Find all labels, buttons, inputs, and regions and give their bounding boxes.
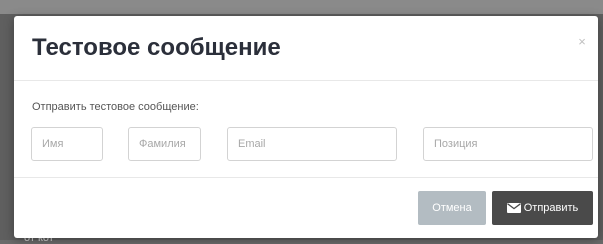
- footer-divider: [14, 177, 598, 178]
- cancel-button-label: Отмена: [432, 202, 472, 214]
- envelope-icon: [506, 203, 521, 213]
- email-input[interactable]: [227, 127, 397, 161]
- first-name-input[interactable]: [31, 127, 103, 161]
- close-button[interactable]: ×: [574, 34, 590, 50]
- send-test-label: Отправить тестовое сообщение:: [32, 101, 199, 113]
- send-button[interactable]: Отправить: [492, 191, 593, 225]
- test-message-dialog: Тестовое сообщение × Отправить тестовое …: [14, 16, 598, 238]
- last-name-input[interactable]: [128, 127, 201, 161]
- dialog-title: Тестовое сообщение: [32, 34, 281, 61]
- position-input[interactable]: [423, 127, 593, 161]
- cancel-button[interactable]: Отмена: [418, 191, 486, 225]
- background-page-strip: [0, 0, 603, 14]
- close-icon: ×: [578, 34, 586, 49]
- dialog-header: Тестовое сообщение ×: [14, 16, 598, 81]
- send-button-label: Отправить: [523, 202, 579, 214]
